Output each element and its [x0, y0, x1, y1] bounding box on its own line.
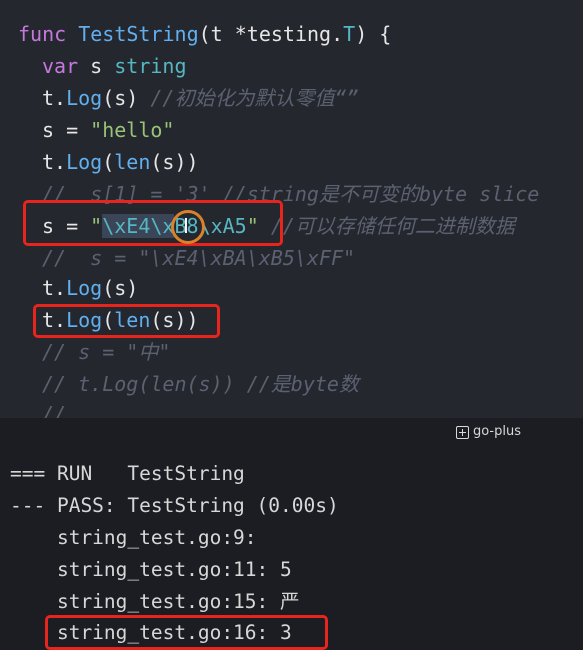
go-plus-panel-tab[interactable]: go-plus [455, 421, 521, 443]
code-line-1: func TestString(t *testing.T) { [18, 18, 391, 50]
keyword-func: func [18, 22, 67, 46]
params-close: ) { [355, 22, 392, 46]
line-comment: // [42, 402, 67, 418]
len-call: len [114, 150, 151, 174]
plus-square-icon [455, 425, 469, 439]
keyword-var: var [42, 54, 79, 78]
code-line-3: t.Log(s) //初始化为默认零值“” [42, 82, 359, 114]
call-args: (s) [102, 86, 151, 110]
log-call: Log [66, 86, 103, 110]
log-call: Log [66, 150, 103, 174]
highlight-box-escape-string [23, 200, 283, 246]
var-ident: s [78, 54, 115, 78]
panel-label: go-plus [472, 424, 521, 439]
output-line-log-9: string_test.go:9: [10, 526, 257, 549]
code-line-5: t.Log(len(s)) [42, 146, 199, 178]
code-line-4: s = "hello" [42, 114, 174, 146]
receiver: t. [42, 276, 67, 300]
var-type: string [114, 54, 187, 78]
code-line-12: // t.Log(len(s)) //是byte数 [42, 368, 359, 400]
paren-open: ( [102, 150, 115, 174]
receiver: t. [42, 150, 67, 174]
function-name: TestString [78, 22, 199, 46]
receiver: t. [42, 86, 67, 110]
paren-close: (s)) [150, 150, 199, 174]
code-editor[interactable]: func TestString(t *testing.T) { var s st… [0, 0, 583, 418]
code-line-9: t.Log(s) [42, 272, 138, 304]
code-line-8: // s = "\xE4\xBA\xB5\xFF" [42, 242, 355, 274]
params-text: (t *testing. [198, 22, 344, 46]
type-name: T [343, 22, 356, 46]
highlight-box-log-len [33, 304, 220, 338]
line-comment: // t.Log(len(s)) //是byte数 [42, 372, 359, 396]
output-line-pass: --- PASS: TestString (0.00s) [10, 494, 339, 517]
string-literal: "hello" [90, 118, 175, 142]
line-comment: // s = "中" [42, 340, 171, 364]
line-comment: //可以存储任何二进制数据 [258, 214, 515, 238]
assign-text: s = [42, 118, 91, 142]
line-comment: // s = "\xE4\xBA\xB5\xFF" [42, 246, 356, 270]
output-line-log-11: string_test.go:11: 5 [10, 558, 292, 581]
code-line-13: // [42, 398, 66, 418]
call-args: (s) [102, 276, 139, 300]
output-line-run: === RUN TestString [10, 462, 245, 485]
log-call: Log [66, 276, 103, 300]
highlight-box-output-16 [45, 615, 328, 650]
code-line-11: // s = "中" [42, 336, 170, 368]
line-comment: //初始化为默认零值“” [150, 86, 359, 110]
text-cursor-icon: I [183, 214, 189, 238]
code-line-2: var s string [42, 50, 187, 82]
output-line-log-15: string_test.go:15: 严 [10, 590, 300, 613]
